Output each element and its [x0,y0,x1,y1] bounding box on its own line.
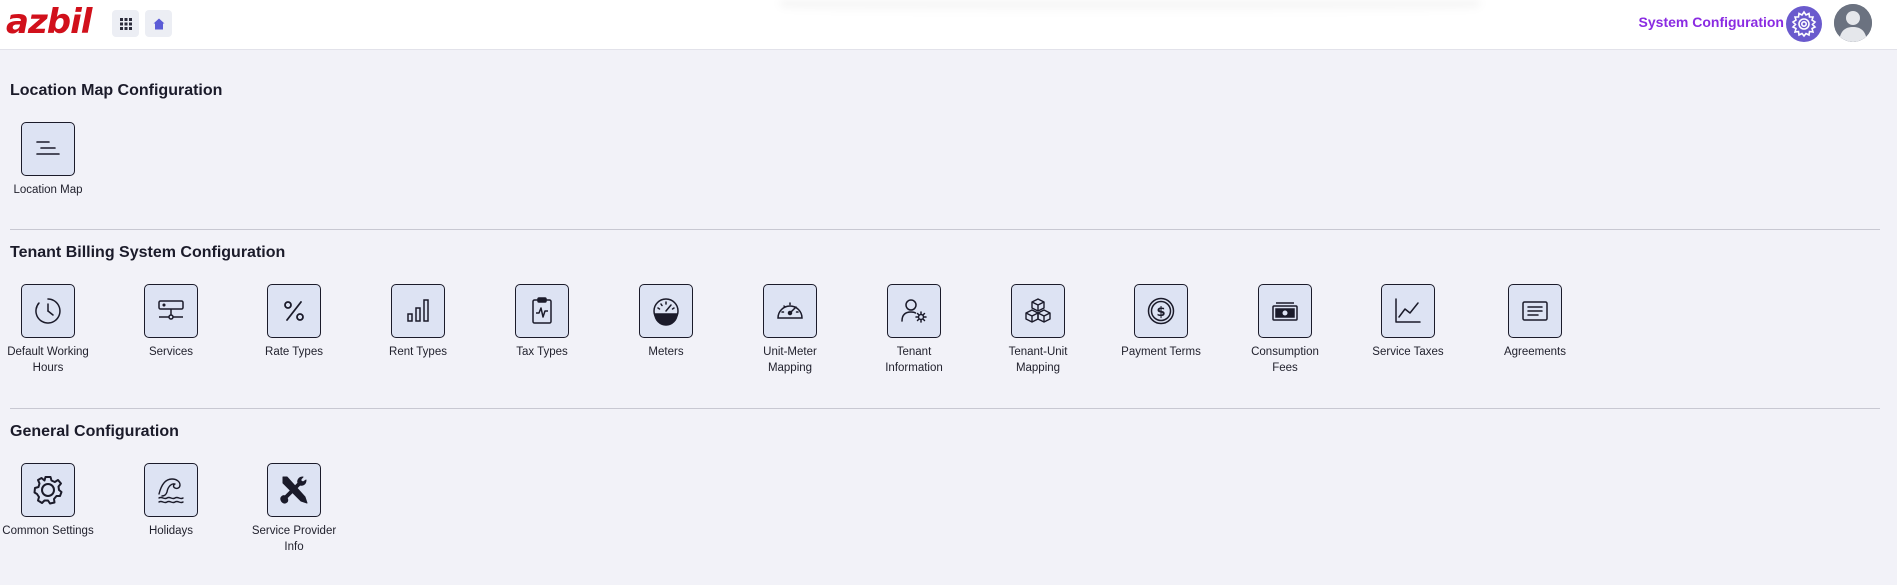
tile-label: Service Taxes [1372,346,1444,358]
tile-icon-box [21,463,75,517]
tile-rate-types[interactable]: Rate Types [246,284,342,360]
home-button[interactable] [145,10,172,37]
tile-icon-box [1011,284,1065,338]
tile-icon-box [144,284,198,338]
tile-tenant-information[interactable]: Tenant Information [866,284,962,376]
tile-meters[interactable]: Meters [618,284,714,360]
tile-label: Consumption Fees [1251,346,1319,374]
tile-icon-box [21,122,75,176]
tile-icon-box [391,284,445,338]
tile-agreements[interactable]: Agreements [1487,284,1583,360]
tile-label: Rate Types [265,346,323,358]
bar-chart-icon [407,299,429,322]
tile-label: Payment Terms [1121,346,1201,358]
lines-icon [36,141,60,155]
user-gear-icon [901,299,927,323]
tile-tax-types[interactable]: Tax Types [494,284,590,360]
user-avatar-icon [1834,4,1872,42]
grid-icon [119,17,132,30]
tile-icon-box [887,284,941,338]
tools-icon [280,476,308,504]
tile-location-map[interactable]: Location Map [0,122,96,198]
section-divider [10,229,1880,230]
tile-common-settings[interactable]: Common Settings [0,463,96,539]
tile-label: Rent Types [389,346,447,358]
tile-label: Holidays [148,525,194,537]
tile-label: Default Working Hours [7,346,89,374]
tile-label: Services [148,346,194,358]
top-bar: azbil System Configuration [0,0,1897,50]
tile-service-provider-info[interactable]: Service Provider Info [246,463,342,555]
speedometer-icon [777,302,803,319]
tile-default-working-hours[interactable]: Default Working Hours [0,284,96,376]
tile-icon-box [515,284,569,338]
tile-services[interactable]: Services [123,284,219,360]
tile-icon-box [1381,284,1435,338]
tile-label: Meters [648,346,684,358]
header-shadow [780,0,1480,14]
settings-button[interactable] [1786,6,1822,42]
apps-grid-button[interactable] [112,10,139,37]
gear-icon [33,476,63,505]
tile-service-taxes[interactable]: Service Taxes [1360,284,1456,360]
user-avatar[interactable] [1834,4,1872,42]
tile-icon-box [639,284,693,338]
tile-label: Tenant Information [885,346,943,374]
tile-icon-box [267,284,321,338]
tile-label: Unit-Meter Mapping [763,346,817,374]
tile-label: Tax Types [516,346,568,358]
tile-label: Common Settings [2,525,94,537]
cash-icon [1272,302,1298,321]
section-title-tenant-billing: Tenant Billing System Configuration [10,244,286,261]
document-icon [1522,301,1548,321]
gauge-icon [653,298,679,326]
tile-holidays[interactable]: Holidays [123,463,219,539]
tile-consumption-fees[interactable]: Consumption Fees [1237,284,1333,376]
gear-icon [1791,10,1817,38]
tile-icon-box [763,284,817,338]
dollar-coin-icon: $ [1147,297,1175,325]
tile-label: Agreements [1503,346,1566,358]
section-title-location-map: Location Map Configuration [10,82,223,99]
tile-tenant-unit-mapping[interactable]: Tenant-Unit Mapping [990,284,1086,376]
home-icon [153,18,164,29]
tile-label: Location Map [13,184,83,196]
page-title: System Configuration [1638,14,1784,30]
network-icon [158,300,184,320]
wave-icon [158,478,184,504]
section-title-general: General Configuration [10,423,179,440]
tile-rent-types[interactable]: Rent Types [370,284,466,360]
tile-icon-box [144,463,198,517]
tile-label: Service Provider Info [251,525,337,553]
tile-icon-box [1258,284,1312,338]
clipboard-pulse-icon [532,297,552,324]
section-divider [10,408,1880,409]
tile-payment-terms[interactable]: $ Payment Terms [1113,284,1209,360]
azbil-logo[interactable]: azbil [6,2,92,42]
tile-icon-box: $ [1134,284,1188,338]
tile-icon-box [267,463,321,517]
clock-icon [35,298,61,324]
line-chart-icon [1395,298,1421,323]
percent-icon [284,301,304,321]
svg-text:$: $ [1156,305,1165,320]
tile-icon-box [1508,284,1562,338]
tile-unit-meter-mapping[interactable]: Unit-Meter Mapping [742,284,838,376]
boxes-icon [1025,298,1051,323]
tile-label: Tenant-Unit Mapping [1008,346,1068,374]
tile-icon-box [21,284,75,338]
